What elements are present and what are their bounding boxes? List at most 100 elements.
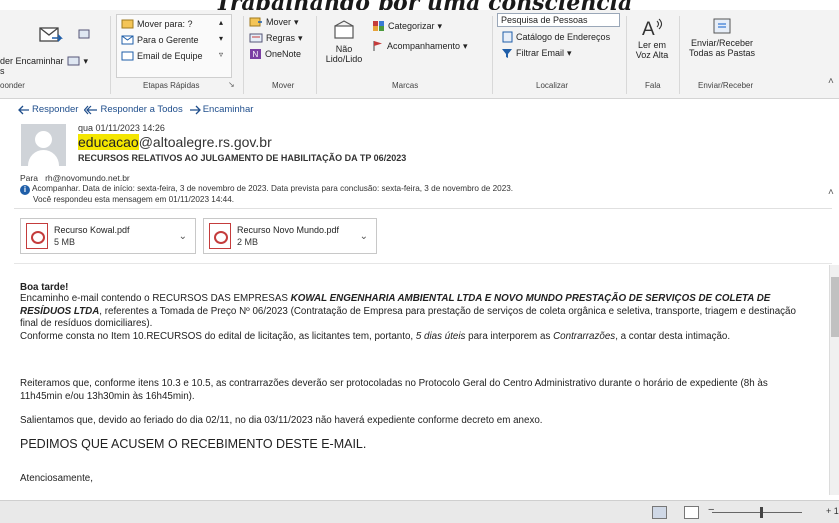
divider: [14, 208, 832, 209]
to-address[interactable]: rh@novomundo.net.br: [45, 173, 130, 183]
status-bar: − + 10: [0, 500, 839, 523]
address-book-button[interactable]: Catálogo de Endereços: [501, 31, 610, 43]
collapse-ribbon-icon[interactable]: ˄: [828, 76, 834, 87]
attachment-name: Recurso Kowal.pdf: [54, 225, 130, 235]
attachment-novo-mundo[interactable]: Recurso Novo Mundo.pdf 2 MB ⌄: [203, 218, 377, 254]
dropdown-caret-icon: ▾: [463, 40, 468, 51]
dropdown-caret-icon: ▾: [437, 20, 443, 31]
reply-all-button[interactable]: Responder a Todos: [84, 104, 183, 115]
forward-button[interactable]: Encaminhar: [189, 104, 253, 115]
collapse-header-icon[interactable]: ˄: [828, 187, 834, 198]
separator: [110, 16, 111, 94]
dropdown-caret-icon: ▾: [83, 55, 89, 66]
zoom-out-icon[interactable]: −: [708, 504, 714, 516]
svg-text:A: A: [642, 19, 655, 40]
forward-ribbon-button[interactable]: [38, 24, 64, 46]
sender-domain: @altoalegre.rs.gov.br: [138, 134, 272, 150]
send-receive-all-button[interactable]: Enviar/Receber Todas as Pastas: [684, 16, 760, 58]
body-paragraph-1: Encaminho e-mail contendo o RECURSOS DAS…: [20, 293, 796, 342]
body-paragraph-3: Salientamos que, devido ao feriado do di…: [20, 415, 543, 426]
zoom-level: + 10: [826, 506, 839, 516]
followup-infobar[interactable]: i Acompanhar. Data de início: sexta-feira…: [20, 184, 513, 205]
reply-all-icon: [84, 105, 98, 114]
sender-highlight: educacao: [78, 134, 139, 150]
separator: [316, 16, 317, 94]
attachment-size: 2 MB: [237, 237, 259, 247]
send-receive-icon: [713, 18, 731, 34]
body-signoff: Atenciosamente,: [20, 473, 93, 484]
info-line-1: Acompanhar. Data de início: sexta-feira,…: [32, 184, 514, 193]
search-people-input[interactable]: Pesquisa de Pessoas: [497, 13, 620, 27]
categorize-icon: [373, 21, 384, 31]
speech-group-label: Fala: [645, 81, 661, 90]
rules-icon: [249, 33, 263, 43]
separator: [679, 16, 680, 94]
attachment-size: 5 MB: [54, 237, 76, 247]
unread-read-button[interactable]: Não Lido/Lido: [322, 20, 366, 64]
reply-button[interactable]: Responder: [18, 104, 78, 115]
followup-button[interactable]: Acompanhamento ▾: [372, 40, 468, 52]
left-partial-s: s: [0, 66, 5, 76]
scrollbar-thumb[interactable]: [831, 277, 839, 337]
forward-icon: [189, 105, 201, 114]
separator: [492, 16, 493, 94]
more-respond-icon[interactable]: [78, 28, 90, 40]
address-book-icon: [502, 31, 513, 43]
divider: [14, 263, 832, 264]
dropdown-caret-icon: ▾: [298, 32, 303, 43]
body-paragraph-4: PEDIMOS QUE ACUSEM O RECEBIMENTO DESTE E…: [20, 437, 367, 451]
ribbon: der Encaminhar ▾ s oonder Mover para: ? …: [0, 10, 839, 99]
attachment-menu-chevron-icon[interactable]: ⌄: [179, 231, 187, 242]
read-aloud-icon: A: [642, 18, 663, 40]
quickstep-move-to[interactable]: Mover para: ?: [121, 18, 193, 29]
message-datetime: qua 01/11/2023 14:26: [78, 123, 165, 133]
envelope-open-icon: [334, 20, 354, 39]
gallery-down-arrow[interactable]: ▾: [219, 34, 223, 43]
respond-group-label: oonder: [0, 81, 25, 90]
quickstep-team-email[interactable]: Email de Equipe: [121, 50, 203, 61]
quickstep-to-manager[interactable]: Para o Gerente: [121, 34, 199, 45]
pdf-icon: [26, 223, 48, 249]
gallery-more-arrow[interactable]: ▿: [219, 50, 223, 59]
dropdown-caret-icon: ▾: [567, 47, 572, 58]
dropdown-caret-icon: ▾: [294, 16, 299, 27]
dialog-launcher-icon[interactable]: ↘: [228, 80, 235, 89]
vertical-scrollbar[interactable]: [829, 265, 839, 495]
gallery-up-arrow[interactable]: ▴: [219, 18, 223, 27]
reply-icon: [18, 105, 29, 114]
quicksteps-group-label: Etapas Rápidas: [143, 81, 200, 90]
zoom-slider[interactable]: [712, 512, 802, 513]
info-icon: i: [20, 185, 30, 195]
pdf-icon: [209, 223, 231, 249]
separator: [243, 16, 244, 94]
move-button[interactable]: Mover ▾: [249, 16, 299, 28]
move-folder-icon: [121, 19, 134, 29]
reading-view-icon[interactable]: [684, 506, 699, 519]
info-line-2: Você respondeu esta mensagem em 01/11/20…: [33, 195, 235, 204]
sender-address[interactable]: educacao@altoalegre.rs.gov.br: [78, 134, 272, 150]
sendreceive-group-label: Enviar/Receber: [698, 81, 754, 90]
read-aloud-button[interactable]: A Ler em Voz Alta: [632, 16, 672, 60]
attachment-kowal[interactable]: Recurso Kowal.pdf 5 MB ⌄: [20, 218, 196, 254]
filter-email-button[interactable]: Filtrar Email ▾: [501, 47, 572, 59]
to-label: Para: [20, 173, 38, 183]
recipient-line: Para rh@novomundo.net.br: [20, 173, 130, 183]
envelope-forward-icon: [39, 27, 63, 42]
message-actions: Responder Responder a Todos Encaminhar: [18, 104, 253, 115]
attachment-menu-chevron-icon[interactable]: ⌄: [360, 231, 368, 242]
funnel-icon: [502, 49, 512, 58]
onenote-button[interactable]: N OneNote: [249, 48, 301, 60]
move-icon: [249, 17, 262, 27]
onenote-icon: N: [250, 49, 261, 59]
attachment-name: Recurso Novo Mundo.pdf: [237, 225, 340, 235]
zoom-slider-thumb[interactable]: [760, 507, 763, 518]
separator: [626, 16, 627, 94]
rules-button[interactable]: Regras ▾: [249, 32, 303, 44]
normal-view-icon[interactable]: [652, 506, 667, 519]
forward-label[interactable]: der Encaminhar ▾: [0, 55, 88, 67]
find-group-label: Localizar: [536, 81, 569, 90]
message-subject: RECURSOS RELATIVOS AO JULGAMENTO DE HABI…: [78, 153, 407, 163]
team-icon: [67, 56, 80, 66]
categorize-button[interactable]: Categorizar ▾: [372, 20, 442, 32]
tags-group-label: Marcas: [392, 81, 419, 90]
